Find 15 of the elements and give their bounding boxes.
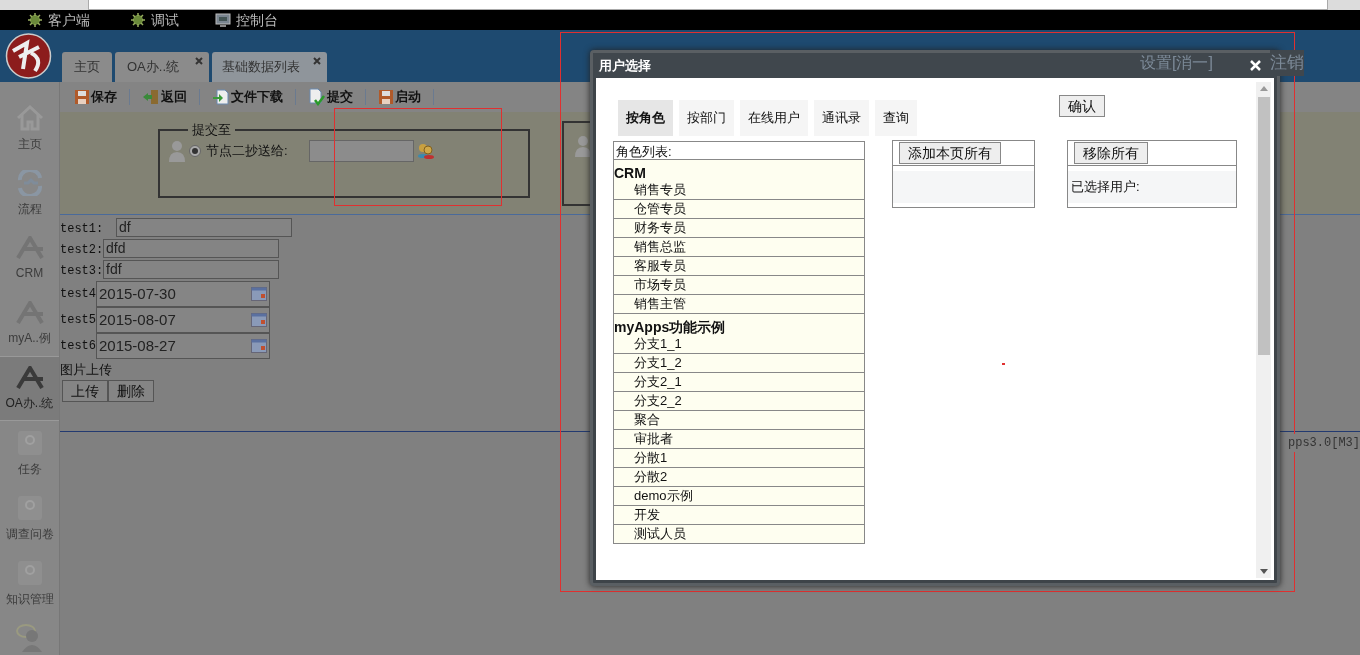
list-header: 角色列表:: [614, 142, 864, 160]
group-name: CRM: [614, 165, 647, 181]
dialog-title: 用户选择: [599, 56, 651, 75]
field-label: test2:: [60, 241, 103, 259]
fieldset-legend: 提交至: [188, 120, 235, 140]
field-label: test6: [60, 338, 96, 355]
version-text: pps3.0[M3]: [1288, 434, 1360, 452]
field-label: test3:: [60, 262, 103, 280]
field-label: test5: [60, 312, 96, 329]
selected-users-label: 已选择用户:: [1068, 171, 1236, 203]
group-name: myApps功能示例: [614, 319, 727, 335]
upload-label: 图片上传: [60, 361, 112, 379]
field-label: test1:: [60, 220, 103, 238]
field-label: test4: [60, 286, 96, 303]
radio-label: 节点二抄送给:: [206, 141, 289, 160]
